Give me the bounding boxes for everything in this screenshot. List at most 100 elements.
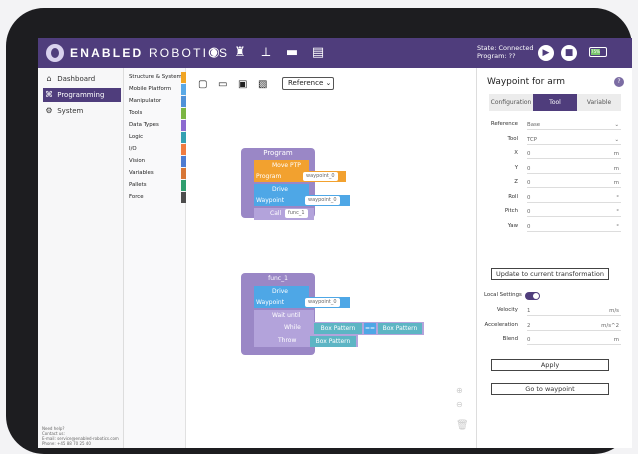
tab-configuration[interactable]: Configuration	[489, 94, 533, 111]
waypoint-pill[interactable]: waypoint_0	[303, 172, 338, 181]
field-label: X	[514, 150, 518, 156]
local-settings-label: Local Settings	[484, 292, 522, 298]
field-input[interactable]: 0 °	[527, 207, 621, 217]
field-unit: °	[616, 209, 619, 215]
block-palette: Structure & System Mobile Platform Manipul…	[124, 68, 186, 448]
document-icon[interactable]: ▤	[310, 45, 326, 61]
field-unit: ⌄	[614, 136, 619, 143]
setting-input[interactable]: 2 m/s^2	[527, 321, 621, 331]
box-pattern-pill[interactable]: Box Pattern	[378, 323, 422, 334]
palette-item[interactable]: Force	[129, 192, 181, 203]
reference-select[interactable]: Reference ⌄	[282, 77, 334, 90]
field-label: Reference	[490, 121, 518, 127]
operator-pill[interactable]: ==	[364, 323, 376, 334]
zoom-out-icon[interactable]: ⊖	[456, 400, 463, 409]
palette-item[interactable]: Manipulator	[129, 96, 181, 107]
field-value: 0	[527, 194, 531, 201]
help-icon[interactable]: ?	[614, 77, 624, 87]
robot-icon[interactable]: ♜	[232, 45, 248, 61]
update-transformation-button[interactable]: Update to current transformation	[491, 268, 609, 280]
drive-label: Drive	[272, 186, 288, 193]
tablet-frame: ENABLED ROBOTICS ◉ ♜ ⟂ ▬ ▤ State: Connec…	[6, 8, 632, 454]
stop-button[interactable]: ■	[561, 45, 577, 61]
setting-label: Acceleration	[484, 321, 519, 328]
waypoint-pill[interactable]: waypoint_0	[305, 298, 340, 307]
field-input[interactable]: TCP ⌄	[527, 135, 621, 145]
palette-item[interactable]: Tools	[129, 108, 181, 119]
field-input[interactable]: 0 °	[527, 193, 621, 203]
drive-waypoint-block-2[interactable]: Waypoint waypoint_0	[254, 297, 350, 308]
field-label: Z	[514, 179, 518, 185]
setting-label: Blend	[502, 336, 518, 342]
save-icon[interactable]: ▣	[238, 79, 247, 90]
field-value: 0	[527, 180, 531, 186]
throw-block[interactable]: Throw Box Pattern	[254, 335, 358, 347]
call-label: Call	[270, 210, 282, 217]
trash-icon[interactable]: 🗑	[456, 420, 469, 431]
field-input[interactable]: 0m	[527, 178, 621, 188]
block-workspace[interactable]: ▢ ▭ ▣ ▧ Reference ⌄ Program Move PTP Pro…	[186, 68, 476, 448]
program-waypoint-block[interactable]: Program waypoint_0	[254, 171, 346, 182]
field-input[interactable]: Base ⌄	[527, 120, 621, 130]
zoom-in-icon[interactable]: ⊕	[456, 386, 463, 395]
home-icon: ⌂	[46, 74, 52, 83]
palette-item[interactable]: Structure & System	[129, 72, 181, 83]
drive-block-2[interactable]: Drive	[254, 286, 309, 297]
apply-button[interactable]: Apply	[491, 359, 609, 371]
palette-item[interactable]: Data Types	[129, 120, 181, 131]
box-pattern-pill[interactable]: Box Pattern	[314, 323, 362, 334]
waypoint-pill[interactable]: waypoint_0	[305, 196, 340, 205]
while-label: While	[284, 324, 301, 331]
sidebar-item-programming[interactable]: ⌘ Programming	[43, 88, 121, 102]
camera-icon[interactable]: ◉	[206, 45, 222, 61]
setting-input[interactable]: 1 m/s	[527, 306, 621, 316]
call-target-pill[interactable]: func_1	[285, 209, 308, 218]
field-label: Pitch	[504, 208, 518, 214]
sidebar-item-system[interactable]: ⚙ System	[43, 104, 121, 118]
status-program: Program: ??	[477, 52, 516, 60]
battery-level: 75%	[591, 49, 600, 55]
field-input[interactable]: 0m	[527, 164, 621, 174]
field-value: 0	[527, 223, 531, 230]
field-input[interactable]: 0m	[527, 149, 621, 159]
program-label: Program	[256, 173, 282, 180]
tab-variable[interactable]: Variable	[577, 94, 621, 111]
arm-icon[interactable]: ⟂	[258, 45, 274, 61]
drive-block[interactable]: Drive	[254, 184, 309, 195]
palette-item[interactable]: Vision	[129, 156, 181, 167]
wait-until-block[interactable]: Wait until	[254, 310, 314, 322]
app-screen: ENABLED ROBOTICS ◉ ♜ ⟂ ▬ ▤ State: Connec…	[38, 38, 632, 448]
code-icon: ⌘	[45, 90, 53, 99]
field-input[interactable]: 0 °	[527, 222, 621, 232]
while-block[interactable]: While Box Pattern == Box Pattern	[254, 322, 424, 335]
move-ptp-block[interactable]: Move PTP	[254, 160, 309, 171]
throw-label: Throw	[278, 337, 297, 344]
field-value: 0	[527, 209, 531, 215]
status-text: State: Connected Program: ??	[477, 44, 533, 60]
go-to-waypoint-button[interactable]: Go to waypoint	[491, 383, 609, 395]
field-label: Tool	[507, 135, 518, 142]
truck-icon[interactable]: ▬	[284, 45, 300, 61]
local-settings-toggle[interactable]	[525, 292, 540, 300]
field-label: Yaw	[507, 222, 518, 229]
field-unit: m	[613, 180, 619, 186]
play-button[interactable]: ▶	[538, 45, 554, 61]
waypoint-label: Waypoint	[256, 299, 285, 306]
palette-item[interactable]: Pallets	[129, 180, 181, 191]
drive-waypoint-block[interactable]: Waypoint waypoint_0	[254, 195, 350, 206]
box-pattern-pill[interactable]: Box Pattern	[310, 336, 356, 347]
new-file-icon[interactable]: ▢	[198, 79, 207, 90]
call-block[interactable]: Call func_1	[254, 208, 314, 220]
save-as-icon[interactable]: ▧	[258, 79, 267, 90]
palette-item[interactable]: I/O	[129, 144, 181, 155]
tab-tool[interactable]: Tool	[533, 94, 577, 111]
setting-input[interactable]: 0m	[527, 335, 621, 345]
sidebar-item-dashboard[interactable]: ⌂ Dashboard	[43, 72, 121, 86]
palette-item[interactable]: Logic	[129, 132, 181, 143]
palette-item[interactable]: Variables	[129, 168, 181, 179]
palette-item[interactable]: Mobile Platform	[129, 84, 181, 95]
battery-icon: 75%	[589, 47, 607, 57]
function-name: func_1	[268, 275, 288, 282]
folder-icon[interactable]: ▭	[218, 79, 227, 90]
waypoint-panel: Waypoint for arm ? Configuration Tool Va…	[476, 68, 632, 448]
